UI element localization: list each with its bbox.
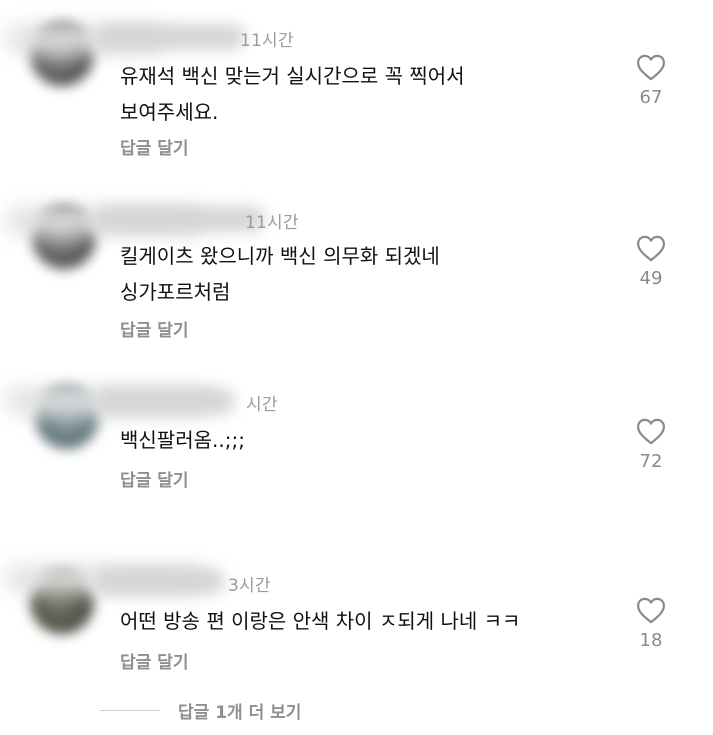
like-button[interactable]: 18 xyxy=(630,597,672,651)
comment-timestamp: 11시간 xyxy=(240,31,294,51)
heart-outline-icon xyxy=(637,54,665,81)
comment-text: 백신팔러옴..;;; xyxy=(120,428,245,452)
comment-timestamp: 시간 xyxy=(246,395,278,415)
heart-outline-icon xyxy=(637,597,665,624)
comment-timestamp: 3시간 xyxy=(228,576,271,596)
reply-button[interactable]: 답글 달기 xyxy=(120,134,188,159)
like-button[interactable]: 49 xyxy=(630,235,672,289)
comment-timestamp: 11시간 xyxy=(245,213,299,233)
like-count: 67 xyxy=(639,87,663,108)
heart-outline-icon xyxy=(637,235,665,262)
username-blur xyxy=(95,568,225,594)
username-blur xyxy=(95,206,265,232)
reply-button[interactable]: 답글 달기 xyxy=(120,466,188,491)
view-more-replies-button[interactable]: 답글 1개 더 보기 xyxy=(100,698,302,723)
comment-text: 어떤 방송 편 이랑은 안색 차이 ㅈ되게 나네 ㅋㅋ xyxy=(120,609,521,633)
view-more-replies-label: 답글 1개 더 보기 xyxy=(178,702,302,723)
like-count: 18 xyxy=(639,630,663,651)
divider-line xyxy=(100,709,160,711)
comment-text: 유재석 백신 맞는거 실시간으로 꼭 찍어서 보여주세요. xyxy=(120,64,465,124)
reply-button[interactable]: 답글 달기 xyxy=(120,316,188,341)
comment-text: 킬게이츠 왔으니까 백신 의무화 되겠네 싱가포르처럼 xyxy=(120,244,440,304)
reply-button[interactable]: 답글 달기 xyxy=(120,648,188,673)
username-blur xyxy=(95,388,235,414)
username-blur xyxy=(95,24,245,50)
like-button[interactable]: 67 xyxy=(630,54,672,108)
like-count: 49 xyxy=(639,268,663,289)
like-count: 72 xyxy=(639,451,663,472)
heart-outline-icon xyxy=(637,418,665,445)
like-button[interactable]: 72 xyxy=(630,418,672,472)
